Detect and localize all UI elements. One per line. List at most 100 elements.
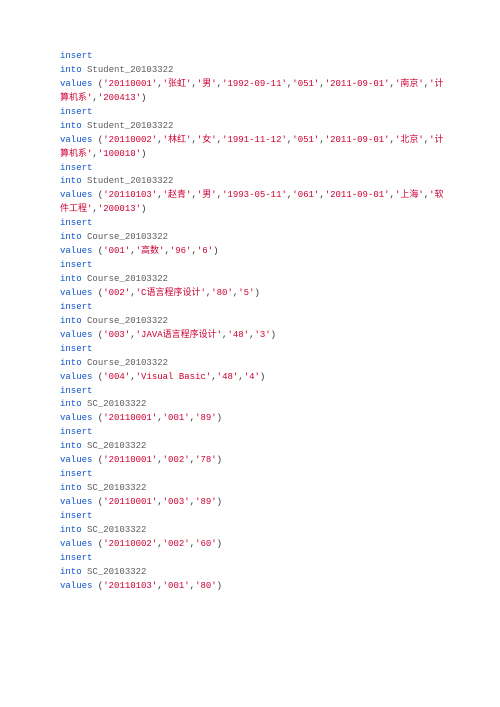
- code-token: '001': [163, 413, 190, 423]
- code-token: into: [60, 121, 82, 131]
- code-token: Course_20103322: [87, 316, 168, 326]
- code-token: '003': [103, 330, 130, 340]
- code-token: '20110001': [103, 497, 157, 507]
- code-token: values: [60, 497, 92, 507]
- code-token: ): [271, 330, 276, 340]
- code-token: '200013': [98, 204, 141, 214]
- code-token: (: [92, 79, 103, 89]
- code-line: values ('002','C语言程序设计','80','5'): [60, 287, 445, 301]
- code-token: values: [60, 372, 92, 382]
- code-token: ): [141, 204, 146, 214]
- code-line: values ('003','JAVA语言程序设计','48','3'): [60, 329, 445, 343]
- code-token: (: [92, 372, 103, 382]
- code-token: Student_20103322: [87, 176, 173, 186]
- code-token: (: [92, 190, 103, 200]
- code-token: into: [60, 525, 82, 535]
- code-token: '004': [103, 372, 130, 382]
- sql-code-document: insertinto Student_20103322values ('2011…: [60, 50, 445, 594]
- code-token: ): [260, 372, 265, 382]
- code-token: 'Visual Basic': [136, 372, 212, 382]
- code-line: into Course_20103322: [60, 273, 445, 287]
- code-token: (: [92, 246, 103, 256]
- code-token: '20110001': [103, 455, 157, 465]
- code-token: '200413': [98, 93, 141, 103]
- code-token: (: [92, 455, 103, 465]
- code-line: insert: [60, 50, 445, 64]
- code-token: ): [217, 413, 222, 423]
- code-token: '5': [238, 288, 254, 298]
- code-token: values: [60, 135, 92, 145]
- code-token: '女': [197, 135, 217, 145]
- code-token: Course_20103322: [87, 358, 168, 368]
- code-token: '001': [163, 581, 190, 591]
- code-token: '89': [195, 413, 217, 423]
- code-token: insert: [60, 107, 92, 117]
- code-line: into Student_20103322: [60, 120, 445, 134]
- code-line: into SC_20103322: [60, 440, 445, 454]
- code-token: '男': [197, 190, 217, 200]
- code-token: Course_20103322: [87, 274, 168, 284]
- code-token: 'C语言程序设计': [136, 288, 206, 298]
- code-token: '男': [197, 79, 217, 89]
- code-token: Student_20103322: [87, 65, 173, 75]
- code-token: into: [60, 399, 82, 409]
- code-line: into Course_20103322: [60, 357, 445, 371]
- code-line: insert: [60, 343, 445, 357]
- code-token: '1991-11-12': [222, 135, 287, 145]
- code-token: SC_20103322: [87, 525, 146, 535]
- code-line: into SC_20103322: [60, 398, 445, 412]
- code-token: (: [92, 581, 103, 591]
- code-token: ): [141, 149, 146, 159]
- code-token: '96': [170, 246, 192, 256]
- code-token: insert: [60, 302, 92, 312]
- code-line: insert: [60, 301, 445, 315]
- code-token: insert: [60, 51, 92, 61]
- code-token: '002': [163, 455, 190, 465]
- code-token: '48': [227, 330, 249, 340]
- code-line: values ('20110001','001','89'): [60, 412, 445, 426]
- code-token: into: [60, 358, 82, 368]
- code-token: (: [92, 288, 103, 298]
- code-token: insert: [60, 427, 92, 437]
- code-token: into: [60, 316, 82, 326]
- code-line: insert: [60, 468, 445, 482]
- code-token: ): [217, 539, 222, 549]
- code-token: Course_20103322: [87, 232, 168, 242]
- code-token: '48': [217, 372, 239, 382]
- code-token: insert: [60, 386, 92, 396]
- code-token: '80': [195, 581, 217, 591]
- code-token: ): [217, 455, 222, 465]
- code-line: insert: [60, 426, 445, 440]
- code-line: insert: [60, 217, 445, 231]
- code-token: '2011-09-01': [325, 135, 390, 145]
- code-line: into SC_20103322: [60, 524, 445, 538]
- code-token: values: [60, 246, 92, 256]
- code-line: insert: [60, 106, 445, 120]
- code-line: insert: [60, 162, 445, 176]
- code-token: into: [60, 483, 82, 493]
- code-token: SC_20103322: [87, 441, 146, 451]
- code-token: '20110002': [103, 539, 157, 549]
- code-token: '南京': [395, 79, 424, 89]
- code-token: '002': [103, 288, 130, 298]
- code-token: SC_20103322: [87, 567, 146, 577]
- code-token: '89': [195, 497, 217, 507]
- code-line: values ('20110001','003','89'): [60, 496, 445, 510]
- code-token: (: [92, 497, 103, 507]
- code-token: values: [60, 581, 92, 591]
- code-token: 'JAVA语言程序设计': [136, 330, 222, 340]
- code-token: values: [60, 413, 92, 423]
- code-token: '20110103': [103, 581, 157, 591]
- code-line: into Course_20103322: [60, 315, 445, 329]
- code-token: '3': [254, 330, 270, 340]
- code-line: values ('20110001','张虹','男','1992-09-11'…: [60, 78, 445, 106]
- code-token: '78': [195, 455, 217, 465]
- code-line: values ('001','高数','96','6'): [60, 245, 445, 259]
- code-token: ): [254, 288, 259, 298]
- code-token: into: [60, 274, 82, 284]
- code-line: into SC_20103322: [60, 482, 445, 496]
- code-token: '1992-09-11': [222, 79, 287, 89]
- code-line: into Course_20103322: [60, 231, 445, 245]
- code-token: '003': [163, 497, 190, 507]
- code-token: into: [60, 176, 82, 186]
